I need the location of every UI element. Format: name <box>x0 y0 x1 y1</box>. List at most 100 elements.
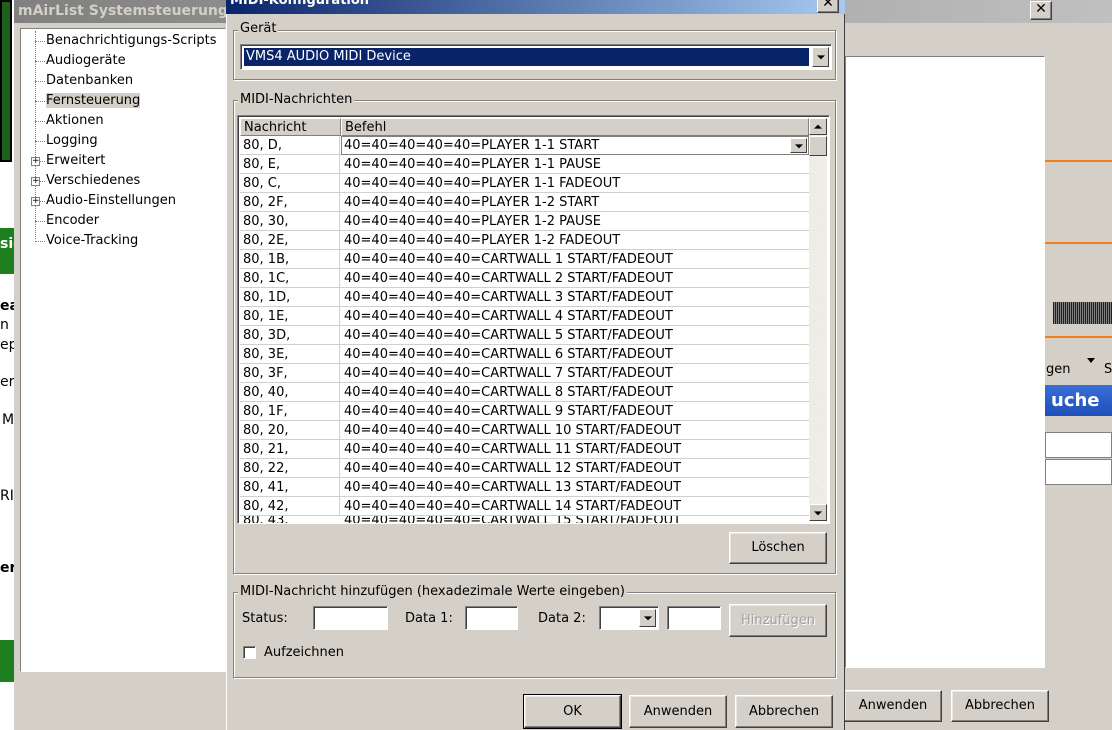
tree-expand-icon[interactable]: + <box>31 177 40 186</box>
tree-item-label: Audiogeräte <box>46 53 126 68</box>
cell-nachricht: 80, 30, <box>240 212 340 230</box>
add-button[interactable]: Hinzufügen <box>729 604 827 637</box>
table-row[interactable]: 80, 30, 40=40=40=40=40=PLAYER 1-2 PAUSE <box>240 212 809 231</box>
cell-nachricht: 80, 2E, <box>240 231 340 249</box>
device-select-button[interactable] <box>812 47 829 67</box>
tree-item[interactable]: Benachrichtigungs-Scripts <box>46 31 217 51</box>
close-icon: ✕ <box>822 0 834 11</box>
data2-select[interactable] <box>599 606 659 630</box>
table-row[interactable]: 80, 1C, 40=40=40=40=40=CARTWALL 2 START/F… <box>240 269 809 288</box>
data2-select-button[interactable] <box>639 609 656 627</box>
table-row[interactable]: 80, 42, 40=40=40=40=40=CARTWALL 14 START/… <box>240 497 809 516</box>
table-row[interactable]: 80, 40, 40=40=40=40=40=CARTWALL 8 START/F… <box>240 383 809 402</box>
data2-input[interactable] <box>667 606 721 630</box>
tree-item[interactable]: Logging <box>46 131 98 151</box>
cell-nachricht: 80, 1B, <box>240 250 340 268</box>
tree-item-label: Verschiedenes <box>46 173 141 188</box>
table-row[interactable]: 80, E, 40=40=40=40=40=PLAYER 1-1 PAUSE <box>240 155 809 174</box>
tree-connector <box>35 61 45 62</box>
cell-nachricht: 80, 1E, <box>240 307 340 325</box>
tree-item[interactable]: Audiogeräte <box>46 51 126 71</box>
column-header-nachricht[interactable]: Nachricht <box>240 118 341 136</box>
table-row[interactable]: 80, 1E, 40=40=40=40=40=CARTWALL 4 START/F… <box>240 307 809 326</box>
tree-item-label: Logging <box>46 133 98 148</box>
record-checkbox[interactable] <box>243 646 256 659</box>
tree-expand-icon[interactable]: + <box>31 197 40 206</box>
tree-expand-icon[interactable]: + <box>31 157 40 166</box>
table-row[interactable]: 80, C, 40=40=40=40=40=PLAYER 1-1 FADEOUT <box>240 174 809 193</box>
tree-item[interactable]: Datenbanken <box>46 71 133 91</box>
cell-dropdown-button[interactable] <box>790 138 807 153</box>
table-row[interactable]: 80, 2E, 40=40=40=40=40=PLAYER 1-2 FADEOUT <box>240 231 809 250</box>
systemsteuerung-apply-button[interactable]: Anwenden <box>844 690 942 722</box>
tree-item[interactable]: Verschiedenes <box>46 171 140 191</box>
column-header-befehl[interactable]: Befehl <box>341 118 809 136</box>
cell-nachricht: 80, 41, <box>240 478 340 496</box>
tree-item[interactable]: Voice-Tracking <box>46 231 138 251</box>
partial-row-cmd: 40=40=40=40=40=CARTWALL 15 START/FADEOUT <box>344 516 682 524</box>
midi-messages-grid[interactable]: Nachricht Befehl 80, D, 40=40=40=40=40=PL… <box>237 115 830 524</box>
right-menu-fragment[interactable]: gen <box>1046 362 1071 377</box>
delete-button[interactable]: Löschen <box>729 532 827 564</box>
cell-nachricht: 80, 2F, <box>240 193 340 211</box>
search-input-fragment[interactable] <box>1045 432 1112 458</box>
grid-rows: 80, D, 40=40=40=40=40=PLAYER 1-1 START 80,… <box>240 136 809 516</box>
tree-item[interactable]: Encoder <box>46 211 99 231</box>
right-menu-fragment-2[interactable]: S <box>1104 362 1112 377</box>
tree-item[interactable]: Erweitert <box>46 151 105 171</box>
table-row[interactable]: 80, 41, 40=40=40=40=40=CARTWALL 13 START/… <box>240 478 809 497</box>
scroll-down-button[interactable] <box>809 504 827 521</box>
midi-config-close-button[interactable]: ✕ <box>817 0 839 13</box>
table-row[interactable]: 80, 22, 40=40=40=40=40=CARTWALL 12 START/… <box>240 459 809 478</box>
tree-item-label: Aktionen <box>46 113 104 128</box>
cell-befehl: 40=40=40=40=40=CARTWALL 8 START/FADEOUT <box>344 385 673 400</box>
cell-nachricht: 80, D, <box>240 136 340 154</box>
partial-row-msg: 80, 43, <box>243 516 289 524</box>
search-input-fragment-2[interactable] <box>1045 459 1112 485</box>
scroll-thumb[interactable] <box>809 136 827 156</box>
cell-befehl-editor[interactable]: 40=40=40=40=40=PLAYER 1-1 START <box>341 136 809 155</box>
chevron-down-icon <box>643 616 652 621</box>
table-row[interactable]: 80, D, 40=40=40=40=40=PLAYER 1-1 START <box>240 136 809 155</box>
table-row[interactable]: 80, 1B, 40=40=40=40=40=CARTWALL 1 START/F… <box>240 250 809 269</box>
scroll-up-button[interactable] <box>809 118 827 135</box>
cell-befehl: 40=40=40=40=40=CARTWALL 12 START/FADEOUT <box>344 461 682 476</box>
chevron-down-icon <box>794 143 803 148</box>
cancel-button[interactable]: Abbrechen <box>735 695 833 728</box>
data1-input[interactable] <box>465 606 518 630</box>
tree-item[interactable]: Fernsteuerung <box>46 91 141 111</box>
cell-befehl: 40=40=40=40=40=PLAYER 1-2 FADEOUT <box>344 233 621 248</box>
table-row[interactable]: 80, 20, 40=40=40=40=40=CARTWALL 10 START/… <box>240 421 809 440</box>
cell-befehl: 40=40=40=40=40=PLAYER 1-2 PAUSE <box>344 214 602 229</box>
apply-button[interactable]: Anwenden <box>629 695 727 728</box>
left-fragment-2: n <box>0 317 9 333</box>
left-green-block-bottom <box>0 640 14 682</box>
device-select[interactable]: VMS4 AUDIO MIDI Device <box>240 44 832 70</box>
table-row[interactable]: 80, 21, 40=40=40=40=40=CARTWALL 11 START/… <box>240 440 809 459</box>
data2-label: Data 2: <box>538 611 586 626</box>
tree-connector <box>35 241 45 242</box>
right-orange-line <box>1045 160 1112 162</box>
grid-vertical-scrollbar[interactable] <box>809 118 827 521</box>
search-tab[interactable]: uche <box>1045 385 1112 416</box>
table-row[interactable]: 80, 3D, 40=40=40=40=40=CARTWALL 5 START/F… <box>240 326 809 345</box>
add-message-group-label: MIDI-Nachricht hinzufügen (hexadezimale … <box>238 584 627 600</box>
table-row[interactable]: 80, 3F, 40=40=40=40=40=CARTWALL 7 START/F… <box>240 364 809 383</box>
cell-nachricht: 80, 3E, <box>240 345 340 363</box>
cell-befehl: 40=40=40=40=40=PLAYER 1-1 FADEOUT <box>344 176 621 191</box>
tree-item[interactable]: Aktionen <box>46 111 104 131</box>
table-row[interactable]: 80, 1F, 40=40=40=40=40=CARTWALL 9 START/F… <box>240 402 809 421</box>
systemsteuerung-cancel-button[interactable]: Abbrechen <box>951 690 1049 722</box>
ok-button[interactable]: OK <box>523 694 622 729</box>
cell-nachricht: 80, E, <box>240 155 340 173</box>
status-input[interactable] <box>313 606 388 630</box>
table-row[interactable]: 80, 3E, 40=40=40=40=40=CARTWALL 6 START/F… <box>240 345 809 364</box>
table-row[interactable]: 80, 1D, 40=40=40=40=40=CARTWALL 3 START/F… <box>240 288 809 307</box>
tree-item[interactable]: Audio-Einstellungen <box>46 191 176 211</box>
cell-befehl: 40=40=40=40=40=CARTWALL 6 START/FADEOUT <box>344 347 673 362</box>
tree-item-label: Benachrichtigungs-Scripts <box>46 33 217 48</box>
table-row[interactable]: 80, 2F, 40=40=40=40=40=PLAYER 1-2 START <box>240 193 809 212</box>
tree-item-label: Encoder <box>46 213 100 228</box>
systemsteuerung-close-button[interactable]: ✕ <box>1030 1 1052 20</box>
chevron-down-icon <box>816 55 825 60</box>
